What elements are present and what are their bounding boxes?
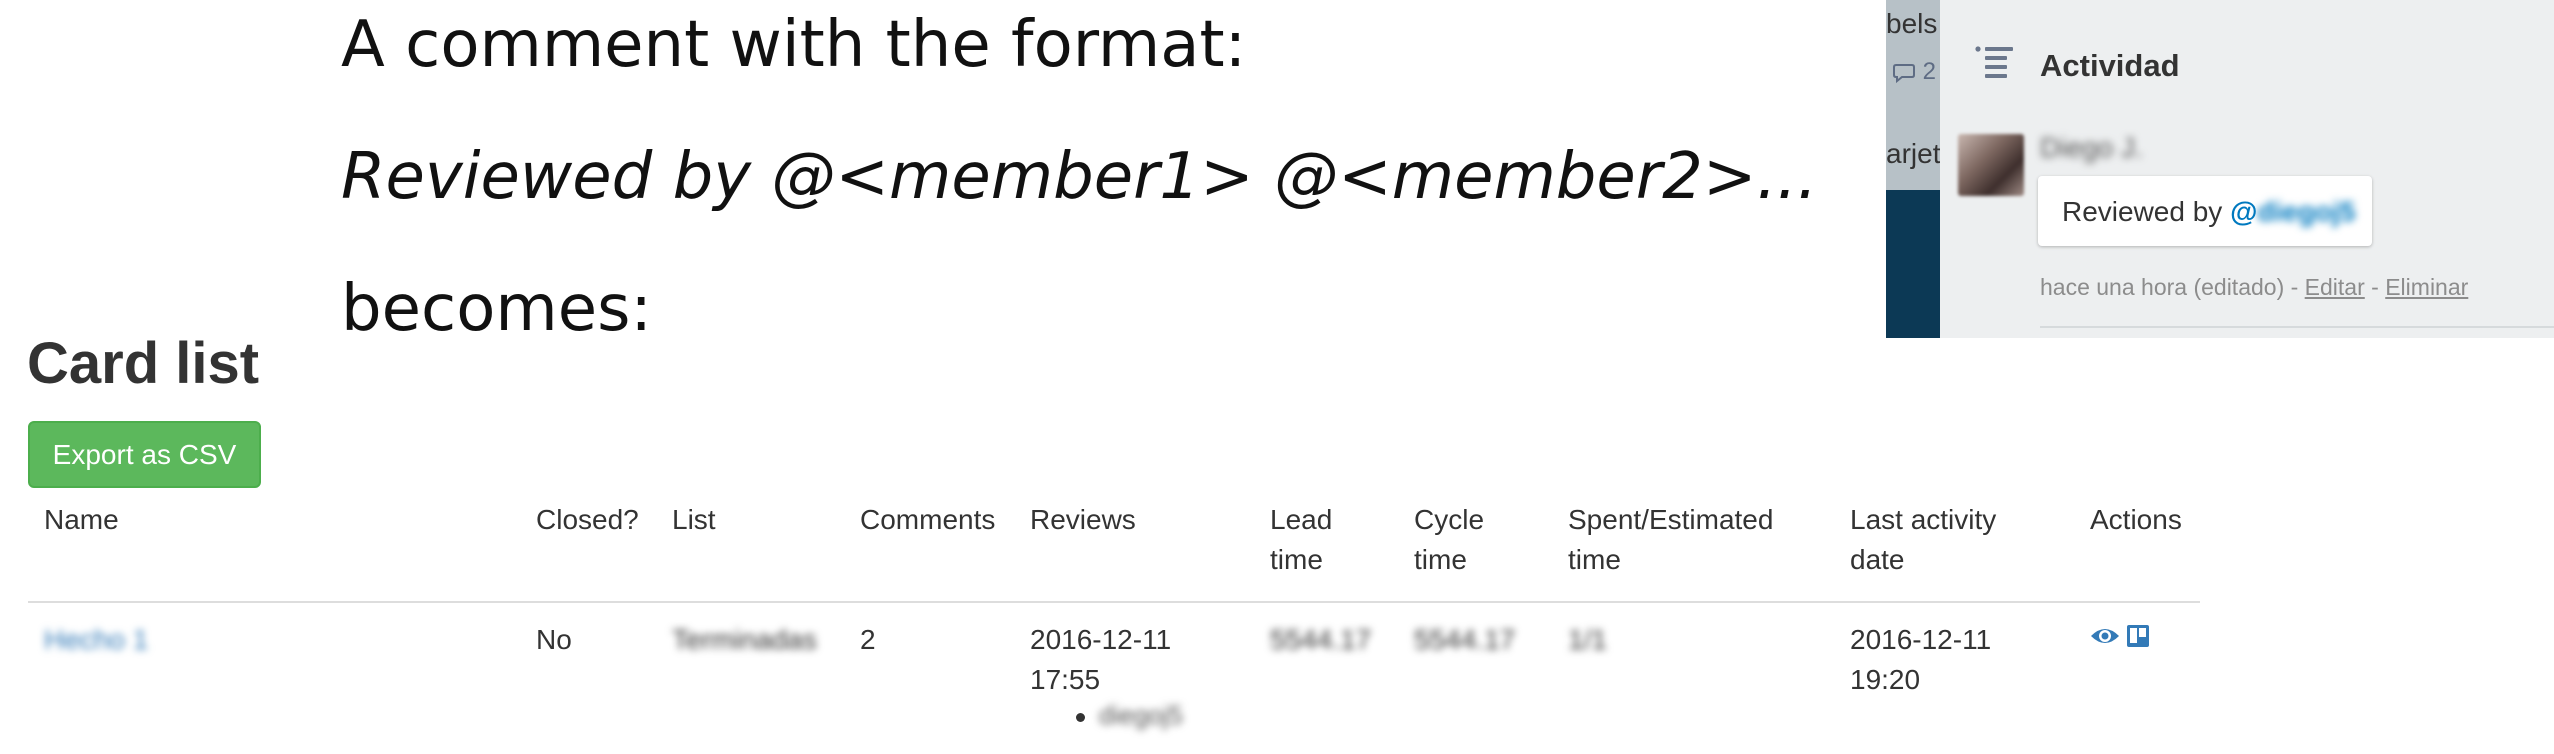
comment-author[interactable]: Diego J. (2040, 132, 2143, 164)
last-activity-line-2: 19:20 (1850, 664, 1921, 695)
column-header-reviews: Reviews (1030, 504, 1136, 535)
explanation-line-1: A comment with the format: (341, 8, 1247, 82)
screenshot-root: A comment with the format: Reviewed by @… (0, 0, 2554, 754)
card-spent-estimated: 1/1 (1568, 624, 1607, 655)
background-comment-count-value: 2 (1922, 58, 1937, 85)
activity-divider (2040, 326, 2554, 328)
cycle-time-header-line-1: Cycle (1414, 504, 1485, 535)
card-cycle-time: 5544.17 (1414, 624, 1516, 655)
export-csv-button[interactable]: Export as CSV (28, 421, 261, 488)
card-list: Terminadas (672, 624, 817, 655)
review-date-line-2: 17:55 (1030, 664, 1101, 695)
trello-activity-screenshot: bels 2 arjeta Actividad Diego J. Reviewe… (1886, 0, 2554, 338)
comment-prefix: Reviewed by (2062, 196, 2231, 227)
review-date-line-1: 2016-12-11 (1030, 624, 1172, 655)
mention-link[interactable]: diegoj5 (2257, 196, 2355, 228)
column-header-list: List (672, 504, 716, 535)
cycle-time-header-line-2: time (1414, 544, 1467, 575)
edit-comment-link[interactable]: Editar (2305, 274, 2365, 300)
last-activity-header-line-1: Last activity (1850, 504, 1997, 535)
lead-time-header-line-1: Lead (1270, 504, 1333, 535)
card-lead-time: 5544.17 (1270, 624, 1372, 655)
row-actions (2090, 624, 2150, 648)
column-header-actions: Actions (2090, 504, 2182, 535)
activity-list-icon (1975, 46, 2013, 78)
card-comments: 2 (860, 624, 876, 655)
background-comment-count: 2 (1892, 58, 1936, 86)
spent-header-line-1: Spent/Estimated (1568, 504, 1774, 535)
card-name-link[interactable]: Hecho 1 (44, 620, 148, 660)
card-review-date: 2016-12-11 17:55 (1030, 620, 1171, 700)
last-activity-header-line-2: date (1850, 544, 1905, 575)
card-last-activity: 2016-12-11 19:20 (1850, 620, 1991, 700)
column-header-comments: Comments (860, 504, 996, 535)
explanation-format-example: Reviewed by @<member1> @<member2>... (341, 140, 1818, 214)
column-header-spent-estimated: Spent/Estimated time (1568, 500, 1773, 580)
activity-panel: Actividad Diego J. Reviewed by @diegoj5 … (1940, 0, 2554, 338)
activity-title: Actividad (2040, 48, 2180, 83)
last-activity-line-1: 2016-12-11 (1850, 624, 1992, 655)
column-header-lead-time: Lead time (1270, 500, 1332, 580)
avatar[interactable] (1958, 134, 2024, 196)
table-header-divider (28, 601, 2200, 603)
column-header-name: Name (44, 504, 119, 535)
comment-box[interactable]: Reviewed by @diegoj5 (2038, 176, 2372, 246)
lead-time-header-line-2: time (1270, 544, 1323, 575)
comment-meta: hace una hora (editado) - Editar - Elimi… (2040, 274, 2468, 301)
bullet-icon (1076, 712, 1085, 722)
column-header-cycle-time: Cycle time (1414, 500, 1484, 580)
page-title: Card list (27, 331, 260, 396)
trello-board-icon[interactable] (2126, 624, 2150, 648)
comment-text: Reviewed by @diegoj5 (2062, 196, 2355, 228)
comment-time: hace una hora (editado) - (2040, 274, 2305, 300)
spent-header-line-2: time (1568, 544, 1621, 575)
comment-bubble-icon (1893, 63, 1915, 83)
mention-at: @ (2230, 196, 2258, 227)
explanation-line-3: becomes: (341, 272, 652, 346)
reviewer-item: diegoj5 (1099, 700, 1183, 730)
column-header-closed: Closed? (536, 504, 639, 535)
eye-icon[interactable] (2090, 625, 2120, 647)
card-closed: No (536, 624, 572, 655)
meta-separator: - (2364, 274, 2386, 300)
delete-comment-link[interactable]: Eliminar (2385, 274, 2468, 300)
background-label-text: bels (1886, 8, 1938, 39)
reviewer-list: diegoj5 (1076, 700, 1183, 731)
column-header-last-activity: Last activity date (1850, 500, 1996, 580)
